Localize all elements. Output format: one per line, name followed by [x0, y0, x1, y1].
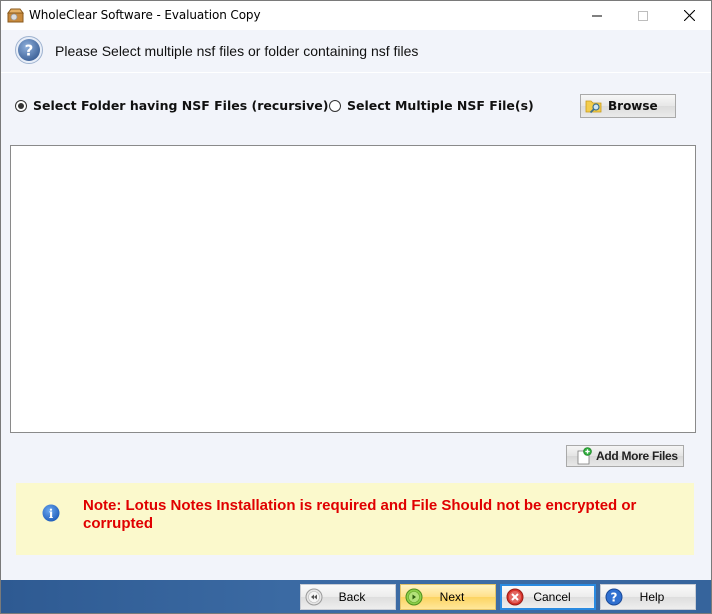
back-label: Back — [338, 590, 366, 604]
instruction-text: Please Select multiple nsf files or fold… — [55, 43, 419, 59]
footer-bar: Back Next Cancel ? Help — [1, 580, 711, 613]
back-arrow-icon — [305, 588, 323, 606]
select-multiple-files-option[interactable]: Select Multiple NSF File(s) — [329, 98, 534, 113]
next-button[interactable]: Next — [400, 584, 496, 610]
close-button[interactable] — [666, 1, 711, 30]
help-label: Help — [639, 590, 665, 604]
add-more-files-label: Add More Files — [596, 449, 678, 463]
svg-text:i: i — [49, 507, 54, 521]
select-folder-label: Select Folder having NSF Files (recursiv… — [33, 98, 329, 113]
browse-button[interactable]: Browse — [580, 94, 676, 118]
wizard-window: WholeClear Software - Evaluation Copy ? … — [0, 0, 712, 614]
note-panel: i Note: Lotus Notes Installation is requ… — [16, 483, 694, 555]
cancel-x-icon — [506, 588, 524, 606]
back-button[interactable]: Back — [300, 584, 396, 610]
maximize-button[interactable] — [620, 1, 666, 30]
select-folder-option[interactable]: Select Folder having NSF Files (recursiv… — [15, 98, 328, 113]
add-more-files-button[interactable]: Add More Files — [566, 445, 684, 467]
note-text: Note: Lotus Notes Installation is requir… — [83, 497, 637, 532]
file-list-box[interactable] — [10, 145, 696, 433]
next-arrow-icon — [405, 588, 423, 606]
select-multiple-files-label: Select Multiple NSF File(s) — [347, 98, 534, 113]
close-icon — [683, 10, 695, 21]
header-divider — [1, 72, 711, 73]
question-icon: ? — [15, 36, 43, 64]
window-title: WholeClear Software - Evaluation Copy — [29, 8, 261, 22]
minimize-button[interactable] — [574, 1, 620, 30]
info-icon: i — [42, 504, 60, 522]
maximize-icon — [638, 10, 648, 21]
instruction-header: ? Please Select multiple nsf files or fo… — [1, 30, 711, 72]
add-file-icon — [577, 447, 592, 465]
browse-label: Browse — [608, 99, 658, 113]
title-bar[interactable]: WholeClear Software - Evaluation Copy — [1, 1, 711, 30]
help-button[interactable]: ? Help — [600, 584, 696, 610]
select-multiple-files-radio[interactable] — [329, 99, 341, 112]
help-question-icon: ? — [605, 588, 623, 606]
cancel-button[interactable]: Cancel — [500, 584, 596, 610]
box-package-icon — [7, 8, 24, 23]
svg-text:?: ? — [611, 591, 618, 605]
svg-text:?: ? — [25, 42, 34, 60]
select-folder-radio[interactable] — [15, 99, 27, 112]
cancel-label: Cancel — [533, 590, 571, 604]
folder-search-icon — [585, 100, 602, 114]
next-label: Next — [439, 590, 465, 604]
minimize-icon — [592, 15, 602, 16]
